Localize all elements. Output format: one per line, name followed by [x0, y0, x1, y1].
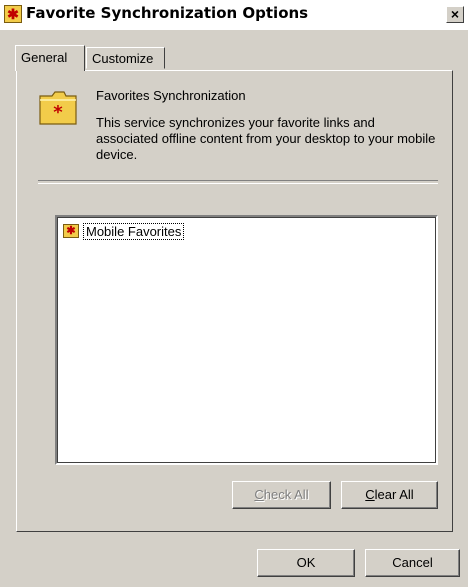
tree-item-label[interactable]: Mobile Favorites	[83, 223, 185, 240]
favorites-folder-icon: *	[39, 91, 77, 125]
check-all-label: heck All	[263, 487, 309, 502]
favorites-tree[interactable]: ✱ Mobile Favorites	[55, 215, 438, 465]
close-button[interactable]: ×	[446, 6, 464, 23]
favorites-folder-icon: ✱	[63, 224, 79, 238]
separator	[38, 180, 438, 184]
clear-all-label: lear All	[374, 487, 414, 502]
dialog-window: ✱ Favorite Synchronization Options × Gen…	[0, 0, 468, 587]
info-title: Favorites Synchronization	[96, 88, 246, 103]
ok-button[interactable]: OK	[257, 549, 355, 577]
info-description: This service synchronizes your favorite …	[96, 115, 436, 162]
check-all-mnemonic: C	[254, 487, 264, 502]
check-all-button[interactable]: Check All	[232, 481, 331, 509]
tab-customize[interactable]: Customize	[86, 47, 165, 69]
tab-general[interactable]: General	[15, 45, 85, 71]
title-bar[interactable]: ✱ Favorite Synchronization Options ×	[0, 0, 468, 30]
clear-all-button[interactable]: Clear All	[341, 481, 438, 509]
cancel-button[interactable]: Cancel	[365, 549, 460, 577]
svg-text:*: *	[53, 102, 63, 123]
star-icon: *	[53, 102, 63, 123]
favorites-folder-icon: ✱	[4, 5, 22, 23]
clear-all-mnemonic: C	[365, 487, 375, 502]
window-title: Favorite Synchronization Options	[26, 4, 309, 22]
